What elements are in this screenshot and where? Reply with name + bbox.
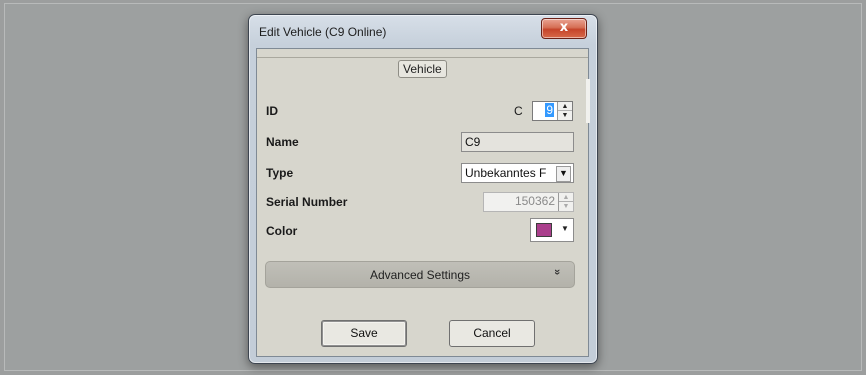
serial-number-label: Serial Number <box>266 195 348 209</box>
type-value: Unbekanntes F <box>465 166 547 180</box>
stepper-down-icon[interactable]: ▼ <box>559 202 573 211</box>
serial-number-value: 150362 <box>514 194 555 208</box>
stepper-up-icon[interactable]: ▲ <box>559 193 573 202</box>
edit-vehicle-dialog: Edit Vehicle (C9 Online) x Vehicle ID C … <box>248 14 598 364</box>
color-picker[interactable]: ▼ <box>530 218 574 242</box>
group-label: Vehicle <box>398 60 447 78</box>
color-label: Color <box>266 224 298 238</box>
close-icon: x <box>559 20 569 35</box>
advanced-settings-toggle[interactable]: Advanced Settings » <box>265 261 575 288</box>
type-label: Type <box>266 166 294 180</box>
type-select[interactable]: Unbekanntes F ▼ <box>461 163 574 183</box>
chevron-down-icon[interactable]: ▼ <box>556 166 571 182</box>
id-stepper-arrows[interactable]: ▲ ▼ <box>557 102 572 120</box>
id-label: ID <box>266 104 278 118</box>
chevron-down-icon: ▼ <box>561 224 569 233</box>
title-bar: Edit Vehicle (C9 Online) x <box>249 15 597 49</box>
scroll-edge <box>586 79 590 123</box>
advanced-settings-label: Advanced Settings <box>369 268 471 282</box>
cancel-button[interactable]: Cancel <box>449 320 535 347</box>
serial-stepper-arrows[interactable]: ▲ ▼ <box>558 193 573 211</box>
window-title: Edit Vehicle (C9 Online) <box>259 25 387 39</box>
stepper-down-icon[interactable]: ▼ <box>558 111 572 120</box>
name-label: Name <box>266 135 299 149</box>
id-prefix: C <box>514 104 523 118</box>
color-swatch <box>536 223 552 237</box>
dialog-body: Vehicle ID C 9 ▲ ▼ Name C9 Type Unbekann… <box>256 48 590 357</box>
save-button[interactable]: Save <box>321 320 407 347</box>
id-value: 9 <box>545 103 554 117</box>
stepper-up-icon[interactable]: ▲ <box>558 102 572 111</box>
close-button[interactable]: x <box>541 18 587 39</box>
name-field[interactable]: C9 <box>461 132 574 152</box>
double-chevron-down-icon: » <box>550 268 563 276</box>
id-stepper[interactable]: 9 ▲ ▼ <box>532 101 573 121</box>
serial-number-stepper[interactable]: 150362 ▲ ▼ <box>483 192 574 212</box>
